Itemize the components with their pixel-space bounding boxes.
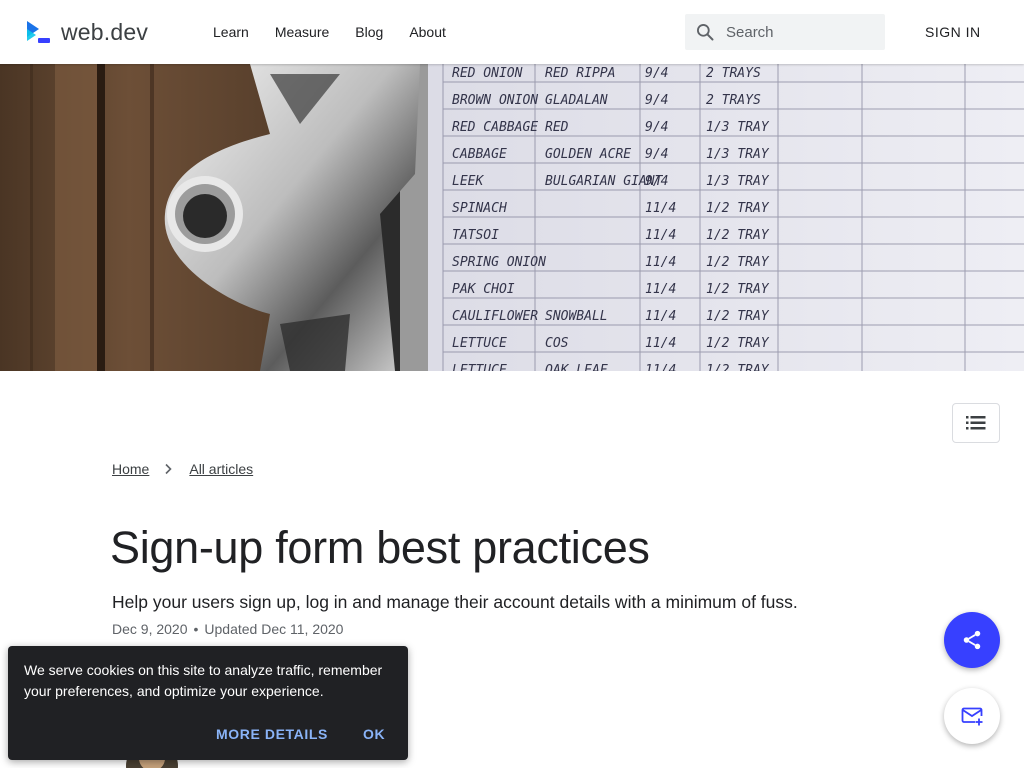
hero-handwriting: 1/2 TRAY — [706, 336, 770, 351]
hero-handwriting: 1/3 TRAY — [706, 174, 770, 189]
article-dates: Dec 9, 2020 • Updated Dec 11, 2020 — [112, 621, 343, 637]
hero-handwriting: 11/4 — [645, 282, 676, 297]
published-date: Dec 9, 2020 — [112, 621, 188, 637]
site-header: web.dev Learn Measure Blog About SIGN IN — [0, 0, 1024, 64]
search-icon — [697, 24, 714, 41]
hero-handwriting: RED — [545, 120, 569, 135]
chevron-right-icon — [165, 463, 172, 475]
hero-handwriting: 11/4 — [645, 201, 676, 216]
hero-handwriting: SPINACH — [452, 201, 507, 216]
hero-handwriting: SNOWBALL — [545, 309, 608, 324]
page-title: Sign-up form best practices — [110, 522, 650, 573]
hero-handwriting: 1/2 TRAY — [706, 309, 770, 324]
hero-handwriting: LEEK — [452, 174, 484, 189]
hero-handwriting: CABBAGE — [452, 147, 507, 162]
hero-handwriting: 2 TRAYS — [706, 93, 761, 108]
hero-handwriting: COS — [545, 336, 569, 351]
hero-handwriting: 9/4 — [645, 120, 668, 135]
search-box[interactable] — [685, 14, 885, 50]
hero-handwriting: GLADALAN — [545, 93, 608, 108]
hero-handwriting: 1/2 TRAY — [706, 201, 770, 216]
hero-handwriting: 11/4 — [645, 228, 676, 243]
date-separator: • — [193, 621, 199, 637]
nav-blog[interactable]: Blog — [342, 24, 396, 40]
hero-handwriting: RED RIPPA — [545, 66, 615, 81]
hero-handwriting: 1/2 TRAY — [706, 255, 770, 270]
nav-measure[interactable]: Measure — [262, 24, 342, 40]
hero-handwriting: BROWN ONION — [452, 93, 538, 108]
nav-learn[interactable]: Learn — [200, 24, 262, 40]
hero-handwriting: 1/3 TRAY — [706, 120, 770, 135]
mail-add-icon — [961, 707, 983, 726]
hero-handwriting: PAK CHOI — [452, 282, 515, 297]
cookie-more-details-button[interactable]: MORE DETAILS — [216, 726, 328, 742]
hero-handwriting: 11/4 — [645, 363, 676, 371]
hero-handwriting: RED CABBAGE — [452, 120, 538, 135]
search-input[interactable] — [726, 23, 876, 41]
breadcrumb: Home All articles — [112, 461, 253, 477]
share-button[interactable] — [944, 612, 1000, 668]
hero-handwriting: LETTUCE — [452, 336, 507, 351]
updated-date: Updated Dec 11, 2020 — [204, 621, 344, 637]
sign-in-button[interactable]: SIGN IN — [925, 24, 981, 40]
share-icon — [963, 630, 981, 650]
breadcrumb-all-articles[interactable]: All articles — [189, 461, 253, 477]
hero-handwriting: 9/4 — [645, 93, 668, 108]
hero-handwriting: 9/4 — [645, 147, 668, 162]
hero-handwriting: 1/2 TRAY — [706, 363, 770, 371]
hero-handwriting: OAK LEAF — [545, 363, 609, 371]
table-of-contents-button[interactable] — [952, 403, 1000, 443]
cookie-ok-button[interactable]: OK — [363, 726, 385, 742]
list-icon — [966, 416, 986, 430]
brand-name: web.dev — [61, 18, 149, 45]
main-nav: Learn Measure Blog About — [200, 0, 459, 64]
article-subtitle: Help your users sign up, log in and mana… — [112, 592, 798, 612]
hero-handwriting: 1/2 TRAY — [706, 282, 770, 297]
hero-handwriting: 11/4 — [645, 309, 676, 324]
hero-handwriting: 1/3 TRAY — [706, 147, 770, 162]
cookie-banner: We serve cookies on this site to analyze… — [8, 646, 408, 760]
cookie-message: We serve cookies on this site to analyze… — [24, 662, 383, 699]
hero-image: RED ONION RED RIPPA 9/4 2 TRAYS BROWN ONION G… — [0, 64, 1024, 371]
hero-handwriting: RED ONION — [452, 66, 523, 81]
hero-handwriting: 1/2 TRAY — [706, 228, 770, 243]
nav-about[interactable]: About — [396, 24, 459, 40]
hero-handwriting: LETTUCE — [452, 363, 507, 371]
breadcrumb-home[interactable]: Home — [112, 461, 149, 477]
hero-handwriting: 2 TRAYS — [706, 66, 761, 81]
hero-handwriting: CAULIFLOWER — [452, 309, 538, 324]
hero-handwriting: GOLDEN ACRE — [545, 147, 631, 162]
hero-handwriting: 9/4 — [645, 174, 668, 189]
hero-handwriting: SPRING ONION — [452, 255, 546, 270]
hero-handwriting: 11/4 — [645, 255, 676, 270]
web-dev-logo-icon — [27, 21, 50, 43]
home-logo-link[interactable]: web.dev — [24, 17, 148, 47]
clipboard-photo: RED ONION RED RIPPA 9/4 2 TRAYS BROWN ONION G… — [0, 64, 1024, 371]
hero-handwriting: 9/4 — [645, 66, 668, 81]
hero-handwriting: TATSOI — [452, 228, 499, 243]
subscribe-button[interactable] — [944, 688, 1000, 744]
hero-handwriting: 11/4 — [645, 336, 676, 351]
